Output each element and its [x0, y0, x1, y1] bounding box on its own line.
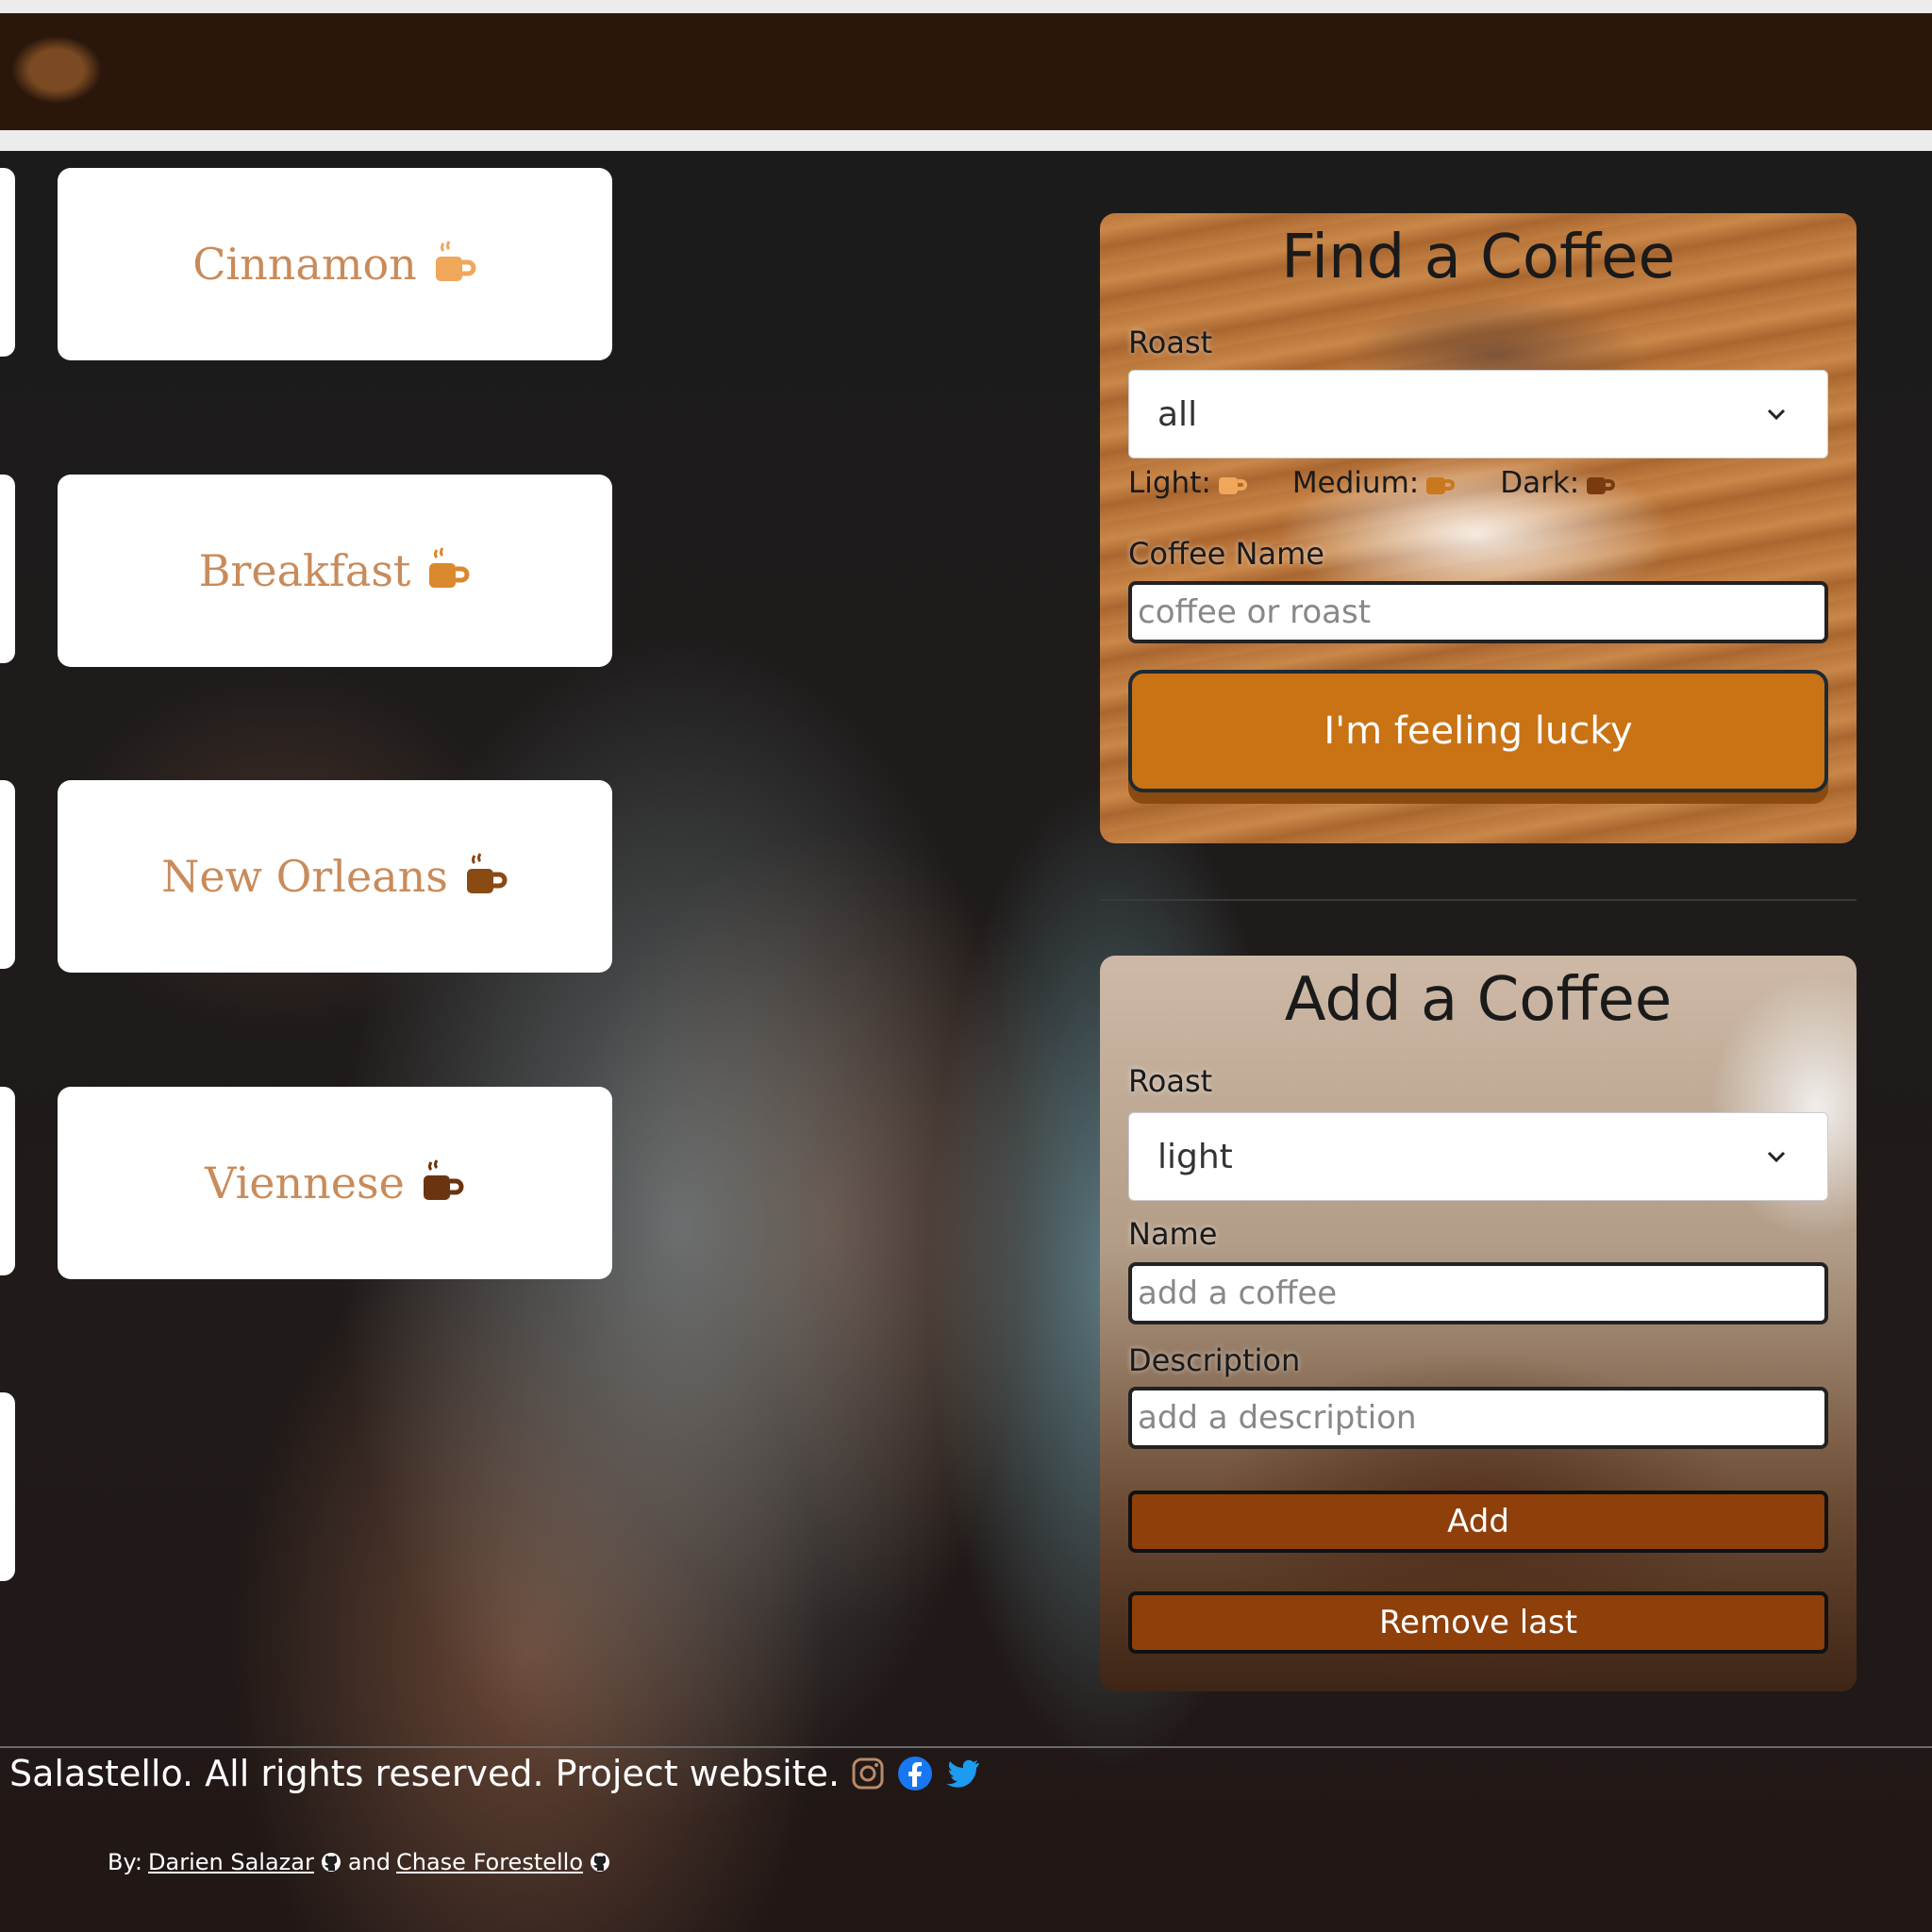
coffee-name-input[interactable]: coffee or roast: [1128, 581, 1828, 643]
author-link-darien[interactable]: Darien Salazar: [148, 1849, 314, 1875]
chevron-down-icon: [1767, 1151, 1786, 1163]
card-stub: [0, 168, 15, 357]
medium-cup-icon: [1426, 477, 1456, 494]
coffee-card[interactable]: New Orleans: [58, 780, 612, 973]
remove-last-label: Remove last: [1378, 1604, 1578, 1641]
instagram-icon[interactable]: [849, 1755, 887, 1792]
header-banner: [0, 0, 1932, 151]
and-label: and: [347, 1849, 391, 1875]
feeling-lucky-label: I'm feeling lucky: [1324, 709, 1633, 753]
coffee-cup-icon: [466, 853, 508, 893]
chevron-down-icon: [1767, 408, 1786, 421]
by-label: By:: [108, 1849, 143, 1875]
add-name-input[interactable]: add a coffee: [1128, 1262, 1828, 1324]
github-icon[interactable]: [320, 1851, 342, 1874]
coffee-cup-icon: [429, 547, 470, 588]
feeling-lucky-button[interactable]: I'm feeling lucky: [1128, 670, 1828, 792]
legend-medium: Medium:: [1292, 466, 1457, 500]
twitter-icon[interactable]: [943, 1755, 981, 1792]
footer: Salastello. All rights reserved. Project…: [9, 1753, 981, 1794]
legend-medium-label: Medium:: [1291, 466, 1420, 500]
coffee-name: Viennese: [205, 1158, 405, 1208]
footer-text: Salastello. All rights reserved. Project…: [9, 1753, 841, 1794]
add-button[interactable]: Add: [1128, 1491, 1828, 1553]
roast-legend: Light: Medium: Dark:: [1128, 466, 1617, 500]
coffee-card[interactable]: Breakfast: [58, 475, 612, 667]
roast-label: Roast: [1128, 325, 1213, 360]
light-cup-icon: [1218, 477, 1247, 494]
facebook-icon[interactable]: [896, 1755, 934, 1792]
author-link-chase[interactable]: Chase Forestello: [396, 1849, 583, 1875]
add-roast-select[interactable]: light: [1128, 1112, 1828, 1201]
add-name-placeholder: add a coffee: [1138, 1274, 1338, 1312]
add-title: Add a Coffee: [1284, 965, 1673, 1035]
coffee-cup-icon: [423, 1159, 464, 1200]
coffee-card[interactable]: Viennese: [58, 1087, 612, 1279]
card-stub: [0, 780, 15, 969]
roast-select[interactable]: all: [1128, 370, 1828, 458]
byline: By: Darien Salazar and Chase Forestello: [108, 1849, 611, 1875]
description-label: Description: [1128, 1342, 1301, 1378]
add-coffee-panel: Add a Coffee Roast light Name add a coff…: [1100, 956, 1857, 1691]
coffee-name: Cinnamon: [192, 239, 417, 290]
roast-select-value: all: [1158, 394, 1198, 434]
remove-last-button[interactable]: Remove last: [1128, 1591, 1828, 1654]
coffee-card[interactable]: Cinnamon: [58, 168, 612, 360]
coffee-name: Breakfast: [198, 545, 411, 596]
legend-light-label: Light:: [1128, 466, 1211, 500]
add-roast-select-value: light: [1158, 1137, 1233, 1176]
coffee-name-label: Coffee Name: [1128, 536, 1324, 572]
add-roast-label: Roast: [1128, 1063, 1213, 1099]
find-coffee-panel: Find a Coffee Roast all Light: Medium: D…: [1100, 213, 1857, 843]
footer-divider: [0, 1746, 1932, 1748]
coffee-name-placeholder: coffee or roast: [1138, 593, 1372, 631]
description-placeholder: add a description: [1138, 1399, 1417, 1437]
panel-divider: [1100, 899, 1857, 901]
legend-light: Light:: [1128, 466, 1249, 500]
card-stub: [0, 475, 15, 663]
coffee-beans-image: [0, 13, 1932, 130]
dark-cup-icon: [1587, 477, 1616, 494]
card-stub: [0, 1392, 15, 1581]
add-button-label: Add: [1447, 1503, 1509, 1541]
github-icon[interactable]: [589, 1851, 611, 1874]
card-stub: [0, 1087, 15, 1275]
coffee-cup-icon: [435, 241, 476, 281]
description-input[interactable]: add a description: [1128, 1387, 1828, 1449]
coffee-name: New Orleans: [161, 851, 448, 902]
legend-dark: Dark:: [1500, 466, 1617, 500]
add-name-label: Name: [1128, 1216, 1218, 1252]
legend-dark-label: Dark:: [1500, 466, 1580, 500]
find-title: Find a Coffee: [1281, 223, 1675, 292]
